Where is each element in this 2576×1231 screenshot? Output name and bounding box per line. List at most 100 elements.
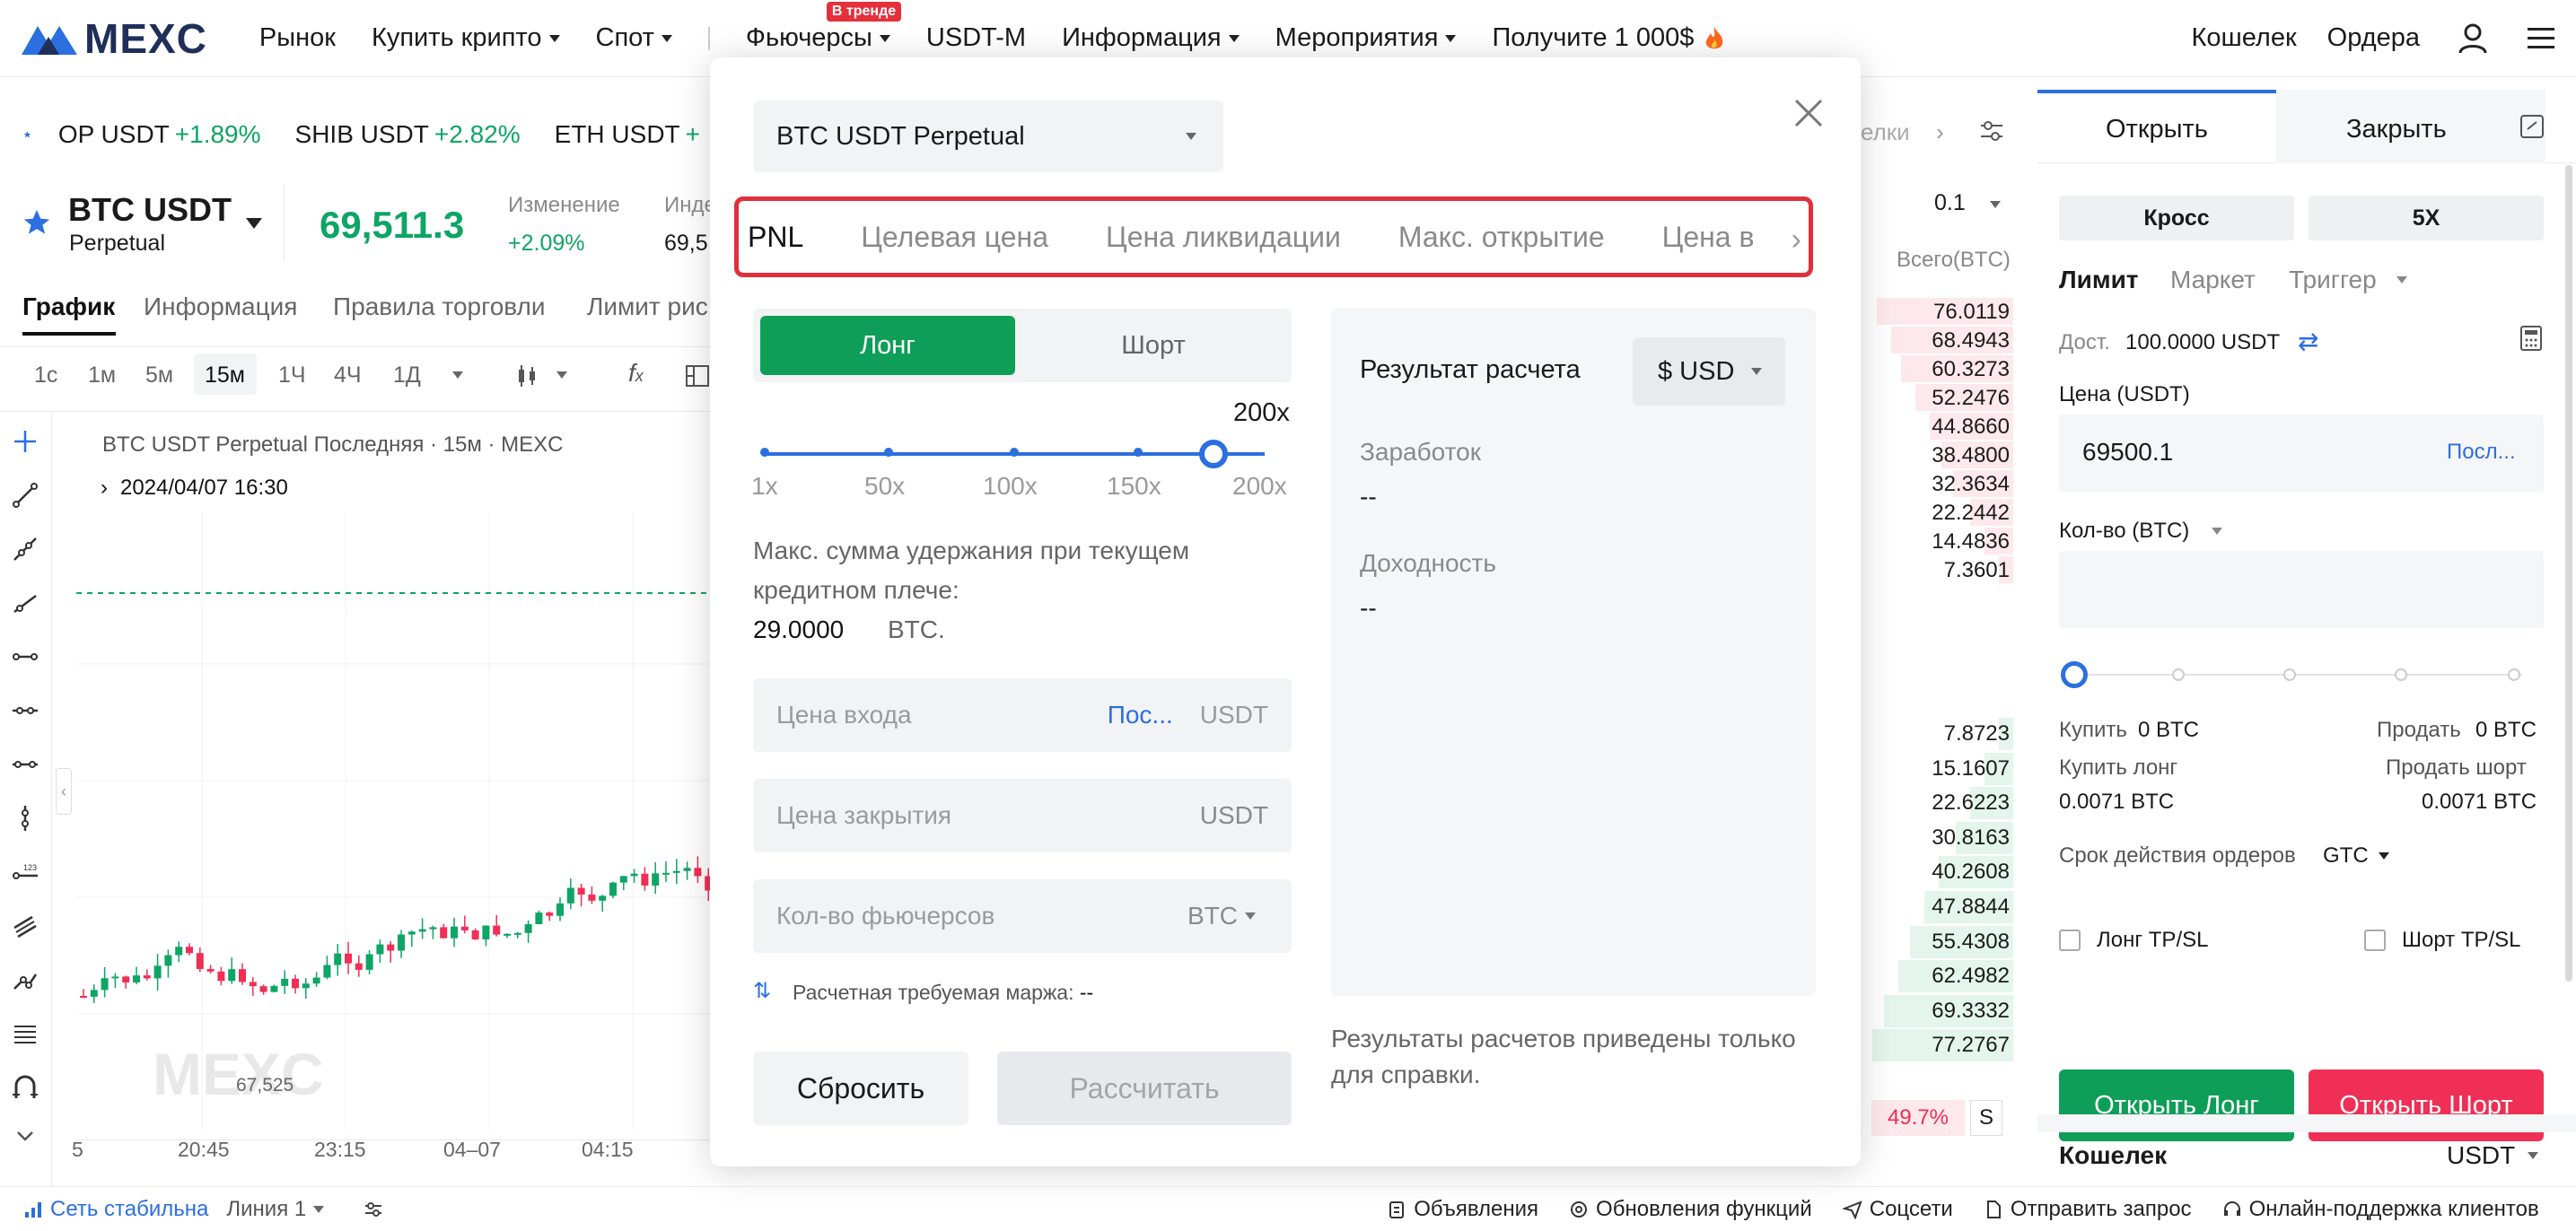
nav-spot[interactable]: Спот <box>596 23 672 53</box>
tab-close[interactable]: Закрыть <box>2346 115 2447 144</box>
candlestick-type-icon[interactable] <box>513 362 540 389</box>
calculate-button[interactable]: Рассчитать <box>997 1052 1292 1125</box>
fibonacci-icon[interactable] <box>11 1019 39 1048</box>
social-link[interactable]: Соцсети <box>1842 1197 1953 1222</box>
qty-slider[interactable] <box>2064 668 2522 681</box>
pitchfork-icon[interactable] <box>11 965 39 994</box>
bid-total[interactable]: 30.8163 <box>1932 825 2010 851</box>
order-type-limit[interactable]: Лимит <box>2059 266 2139 294</box>
chevron-down-icon[interactable] <box>2212 528 2222 535</box>
ask-total[interactable]: 44.8660 <box>1932 415 2010 440</box>
orderbook-tab-partial[interactable]: елки <box>1861 118 1910 146</box>
menu-icon[interactable] <box>2526 25 2556 52</box>
tf-1h[interactable]: 1Ч <box>278 362 306 389</box>
nav-orders[interactable]: Ордера <box>2327 23 2420 53</box>
chevron-down-icon[interactable] <box>452 371 463 379</box>
entry-price-input[interactable]: Цена входа Пос... USDT <box>753 678 1292 752</box>
last-price-link[interactable]: Посл... <box>2447 440 2516 465</box>
scrollbar[interactable] <box>2565 165 2572 982</box>
ask-total[interactable]: 22.2442 <box>1932 501 2010 526</box>
leverage-slider[interactable] <box>760 448 1265 457</box>
tf-15m[interactable]: 15м <box>205 362 245 389</box>
leverage-slider-knob[interactable] <box>1199 440 1228 468</box>
short-button[interactable]: Шорт <box>1022 316 1284 375</box>
ask-total[interactable]: 7.3601 <box>1944 558 2010 583</box>
tab-liquidation-price[interactable]: Цена ликвидации <box>1106 221 1341 254</box>
close-price-input[interactable]: Цена закрытия USDT <box>753 779 1292 852</box>
tab-trading-rules[interactable]: Правила торговли <box>333 292 546 321</box>
chevron-right-icon[interactable]: › <box>1936 118 1944 146</box>
chart-ohlc-toggle[interactable]: › 2024/04/07 16:30 <box>101 476 288 501</box>
order-type-trigger[interactable]: Триггер <box>2289 266 2377 294</box>
nav-market[interactable]: Рынок <box>259 23 336 53</box>
transfer-icon[interactable]: ⇄ <box>2298 327 2318 356</box>
nav-futures[interactable]: В тренде Фьючерсы <box>746 2 902 53</box>
tf-5m[interactable]: 5м <box>145 362 173 389</box>
calculator-icon[interactable] <box>2519 113 2545 140</box>
ask-total[interactable]: 76.0119 <box>1933 300 2010 325</box>
ask-total[interactable]: 14.4836 <box>1932 529 2010 554</box>
tab-max-open[interactable]: Макс. открытие <box>1398 221 1605 254</box>
updates-link[interactable]: Обновления функций <box>1569 1197 1812 1222</box>
bid-total[interactable]: 77.2767 <box>1932 1033 2010 1058</box>
trendline-icon[interactable] <box>11 481 39 510</box>
order-type-market[interactable]: Маркет <box>2170 266 2256 294</box>
tab-target-price[interactable]: Целевая цена <box>861 221 1048 254</box>
tif-value[interactable]: GTC <box>2323 843 2369 869</box>
long-tpsl-checkbox[interactable] <box>2059 930 2081 951</box>
bid-total[interactable]: 62.4982 <box>1932 964 2010 989</box>
nav-usdt-m[interactable]: USDT-M <box>926 23 1026 53</box>
parallel-channel-icon[interactable] <box>11 912 39 940</box>
long-button[interactable]: Лонг <box>760 316 1015 375</box>
short-tpsl-checkbox[interactable] <box>2364 930 2386 951</box>
vertical-line-icon[interactable] <box>11 804 39 833</box>
bid-total[interactable]: 55.4308 <box>1932 930 2010 955</box>
ray-icon[interactable] <box>11 535 39 563</box>
settings-sliders-icon[interactable] <box>1977 117 2006 145</box>
orderbook-step[interactable]: 0.1 <box>1934 190 1966 216</box>
star-icon[interactable] <box>23 121 31 148</box>
price-input[interactable]: 69500.1 Посл... <box>2059 415 2544 492</box>
calculator-icon[interactable] <box>2519 325 2544 352</box>
layout-icon[interactable] <box>684 362 711 389</box>
qty-label[interactable]: Кол-во (BTC) <box>2059 519 2189 544</box>
support-link[interactable]: Онлайн-поддержка клиентов <box>2222 1197 2539 1222</box>
tab-risk-limit[interactable]: Лимит рис <box>587 292 713 321</box>
ask-total[interactable]: 38.4800 <box>1932 443 2010 468</box>
ticker-item[interactable]: SHIB USDT +2.82% <box>295 120 521 149</box>
nav-buy-crypto[interactable]: Купить крипто <box>372 23 560 53</box>
nav-events[interactable]: Мероприятия <box>1275 23 1457 53</box>
margin-mode-button[interactable]: Кросс <box>2059 196 2294 240</box>
bid-total[interactable]: 47.8844 <box>1932 895 2010 920</box>
chevron-down-icon[interactable] <box>2396 276 2407 284</box>
collapse-toolbar-button[interactable]: ‹ <box>56 768 72 815</box>
tf-1d[interactable]: 1Д <box>393 362 421 389</box>
bid-total[interactable]: 7.8723 <box>1944 721 2010 746</box>
chevron-down-icon[interactable] <box>556 371 567 379</box>
extended-line-icon[interactable] <box>11 589 39 617</box>
tab-info[interactable]: Информация <box>144 292 297 321</box>
ask-total[interactable]: 68.4943 <box>1932 328 2010 354</box>
bid-total[interactable]: 69.3332 <box>1932 999 2010 1024</box>
announcements-link[interactable]: Объявления <box>1387 1197 1538 1222</box>
submit-request-link[interactable]: Отправить запрос <box>1984 1197 2192 1222</box>
horizontal-ray-icon[interactable] <box>11 696 39 725</box>
chevron-down-icon[interactable] <box>313 1205 325 1213</box>
tf-1m[interactable]: 1м <box>88 362 116 389</box>
chevron-down-icon[interactable] <box>1245 912 1256 920</box>
settings-sliders-icon[interactable] <box>364 1200 383 1219</box>
mexc-logo[interactable]: MEXC <box>20 14 207 63</box>
magnet-icon[interactable] <box>11 1073 39 1102</box>
quantity-unit-select[interactable]: BTC <box>1187 902 1238 930</box>
horizontal-line-icon[interactable] <box>11 642 39 671</box>
tf-1s[interactable]: 1с <box>34 362 57 389</box>
star-icon[interactable] <box>22 207 52 238</box>
tab-entry-price[interactable]: Цена в <box>1662 221 1755 254</box>
indicators-icon[interactable]: fx <box>628 359 644 388</box>
slider-knob[interactable] <box>2061 661 2088 688</box>
chevron-down-icon[interactable] <box>2379 852 2389 860</box>
qty-input[interactable] <box>2059 551 2544 628</box>
nav-info[interactable]: Информация <box>1062 23 1240 53</box>
leverage-button[interactable]: 5X <box>2309 196 2544 240</box>
currency-select[interactable]: $ USD <box>1633 337 1785 406</box>
